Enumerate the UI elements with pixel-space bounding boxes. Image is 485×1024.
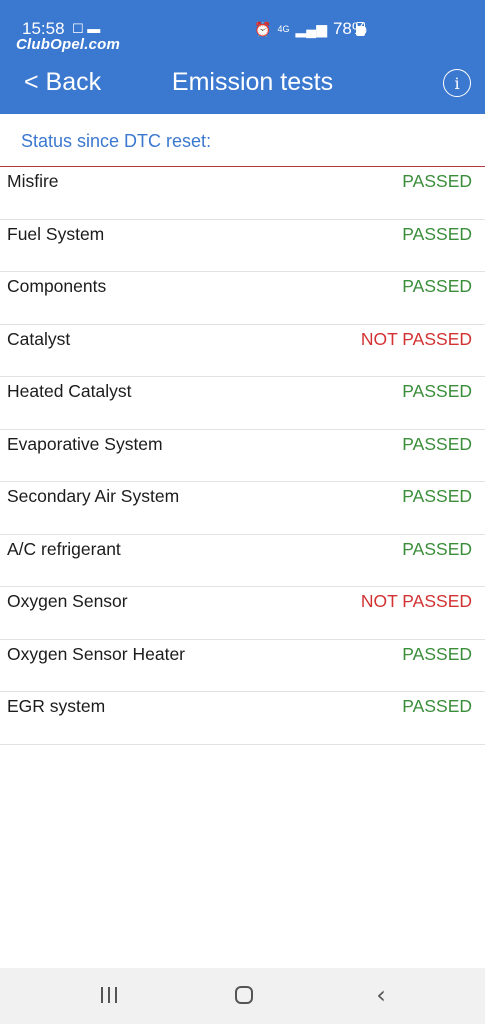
test-name: EGR system	[7, 696, 106, 716]
test-status: PASSED	[402, 223, 472, 244]
test-name: Catalyst	[7, 328, 71, 349]
info-icon[interactable]: i	[443, 69, 471, 97]
test-name: Secondary Air System	[7, 486, 180, 506]
test-status: PASSED	[402, 643, 472, 664]
test-status: PASSED	[402, 538, 472, 559]
table-row: Fuel System PASSED	[0, 220, 485, 272]
table-row: Oxygen Sensor NOT PASSED	[0, 587, 485, 640]
test-status: PASSED	[402, 276, 472, 296]
test-name: Oxygen Sensor	[7, 591, 128, 611]
test-status: PASSED	[402, 486, 472, 506]
app-bar: Emission tests < Back i	[0, 56, 485, 114]
system-nav-bar: ‹	[0, 968, 485, 1024]
status-bar: 15:58 ☐ ▬ ClubOpel.com ⏰ 4G ▂▄▆ 78%	[0, 0, 485, 56]
test-status: NOT PASSED	[360, 591, 472, 611]
test-name: Heated Catalyst	[7, 381, 132, 401]
back-button[interactable]: < Back	[24, 68, 101, 97]
alarm-icon: ⏰	[254, 20, 272, 37]
test-name: Evaporative System	[7, 433, 163, 454]
test-status: PASSED	[402, 381, 472, 401]
notification-icons: ☐ ▬	[72, 21, 101, 36]
table-row: Oxygen Sensor Heater PASSED	[0, 640, 485, 692]
table-row: EGR system PASSED	[0, 692, 485, 745]
recents-icon[interactable]	[94, 980, 124, 1010]
table-row: A/C refrigerant PASSED	[0, 535, 485, 587]
test-name: Components	[7, 276, 107, 296]
signal-icon: ▂▄▆	[295, 20, 327, 37]
network-icon: 4G	[277, 24, 290, 34]
table-row: Components PASSED	[0, 272, 485, 325]
test-status: PASSED	[402, 433, 472, 454]
table-row: Catalyst NOT PASSED	[0, 325, 485, 377]
watermark-logo: ClubOpel.com	[16, 36, 121, 53]
test-name: A/C refrigerant	[7, 538, 121, 559]
test-status: PASSED	[402, 171, 472, 191]
status-indicators: ⏰ 4G ▂▄▆ 78%	[254, 19, 367, 39]
test-name: Oxygen Sensor Heater	[7, 643, 186, 664]
test-status: NOT PASSED	[360, 328, 472, 349]
table-row: Evaporative System PASSED	[0, 430, 485, 482]
table-row: Misfire PASSED	[0, 167, 485, 220]
emission-test-list: Misfire PASSED Fuel System PASSED Components…	[0, 167, 485, 745]
back-icon[interactable]: ‹	[366, 980, 396, 1010]
table-row: Secondary Air System PASSED	[0, 482, 485, 535]
battery-icon	[356, 22, 365, 36]
test-name: Misfire	[7, 171, 59, 191]
home-icon[interactable]	[229, 980, 259, 1010]
header: 15:58 ☐ ▬ ClubOpel.com ⏰ 4G ▂▄▆ 78% Emis…	[0, 0, 485, 114]
table-row: Heated Catalyst PASSED	[0, 377, 485, 430]
section-label: Status since DTC reset:	[21, 131, 212, 151]
test-name: Fuel System	[7, 223, 105, 244]
test-status: PASSED	[402, 696, 472, 716]
